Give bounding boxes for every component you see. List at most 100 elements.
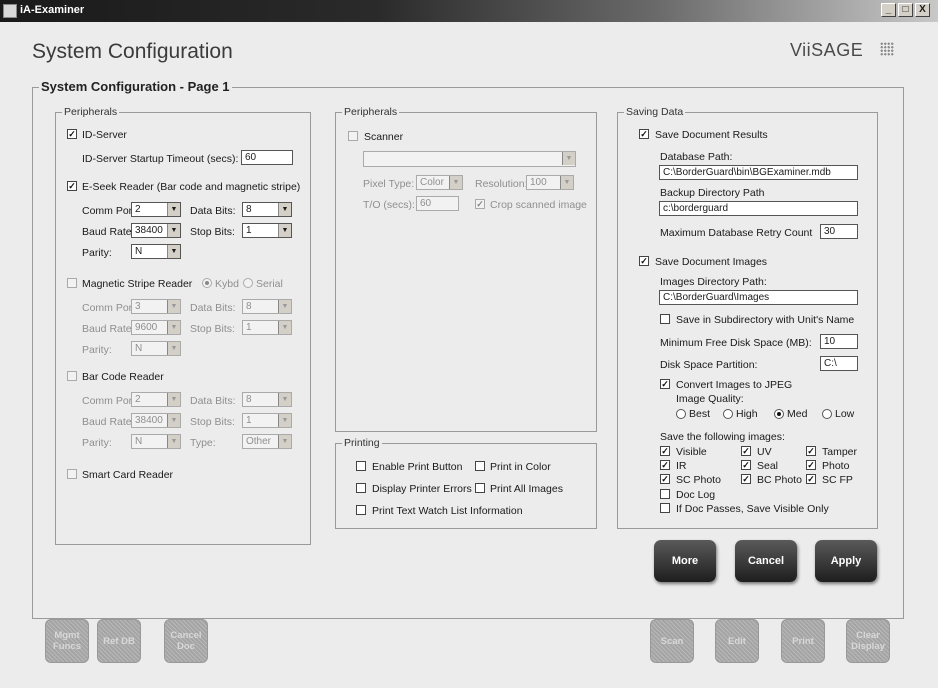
dropdown-arrow-icon: ▼ xyxy=(167,300,180,313)
image-visible-checkbox[interactable]: ✓ xyxy=(660,446,670,456)
scanner-checkbox[interactable] xyxy=(348,131,358,141)
image-photo-checkbox[interactable]: ✓ xyxy=(806,460,816,470)
to-secs-label: T/O (secs): xyxy=(363,199,415,211)
msr-serial-radio[interactable] xyxy=(243,278,253,288)
eseek-label: E-Seek Reader (Bar code and magnetic str… xyxy=(82,181,301,193)
crop-checkbox[interactable]: ✓ xyxy=(475,199,485,209)
eseek-data-bits-select[interactable]: 8 ▼ xyxy=(242,202,292,217)
image-bc-photo-checkbox[interactable]: ✓ xyxy=(741,474,751,484)
id-server-checkbox[interactable]: ✓ xyxy=(67,129,77,139)
db-path-input[interactable]: C:\BorderGuard\bin\BGExaminer.mdb xyxy=(659,165,858,180)
visible-only-checkbox[interactable] xyxy=(660,503,670,513)
quality-low-radio[interactable] xyxy=(822,409,832,419)
save-results-label: Save Document Results xyxy=(655,129,768,141)
more-button[interactable]: More xyxy=(654,540,716,582)
retry-count-input[interactable]: 30 xyxy=(820,224,858,239)
print-all-checkbox[interactable] xyxy=(475,483,485,493)
images-dir-input[interactable]: C:\BorderGuard\Images xyxy=(659,290,858,305)
select-value: 8 xyxy=(246,301,252,312)
select-value: Color xyxy=(420,177,444,188)
enable-print-checkbox[interactable] xyxy=(356,461,366,471)
cancel-doc-button[interactable]: Cancel Doc xyxy=(164,619,208,663)
pixel-type-select[interactable]: Color ▼ xyxy=(416,175,463,190)
msr-stop-bits-select[interactable]: 1 ▼ xyxy=(242,320,292,335)
subdir-label: Save in Subdirectory with Unit's Name xyxy=(676,314,855,326)
close-button[interactable]: X xyxy=(915,3,930,17)
image-doc-log-checkbox[interactable] xyxy=(660,489,670,499)
subdir-checkbox[interactable] xyxy=(660,314,670,324)
to-secs-input[interactable]: 60 xyxy=(416,196,459,211)
ref-db-button[interactable]: Ref DB xyxy=(97,619,141,663)
resolution-label: Resolution: xyxy=(475,178,528,190)
barcode-comm-port-label: Comm Port: xyxy=(82,395,139,407)
barcode-stop-bits-select[interactable]: 1 ▼ xyxy=(242,413,292,428)
barcode-parity-select[interactable]: N ▼ xyxy=(131,434,181,449)
eseek-baud-rate-select[interactable]: 38400 ▼ xyxy=(131,223,181,238)
eseek-parity-select[interactable]: N ▼ xyxy=(131,244,181,259)
quality-best-radio[interactable] xyxy=(676,409,686,419)
smartcard-checkbox[interactable] xyxy=(67,469,77,479)
save-results-checkbox[interactable]: ✓ xyxy=(639,129,649,139)
cancel-button[interactable]: Cancel xyxy=(735,540,797,582)
resolution-select[interactable]: 100 ▼ xyxy=(526,175,574,190)
dropdown-arrow-icon: ▼ xyxy=(167,203,180,216)
brand-logo: ViiSAGE xyxy=(790,40,864,60)
eseek-checkbox[interactable]: ✓ xyxy=(67,181,77,191)
title-bar: iA-Examiner _ □ X xyxy=(0,0,938,22)
apply-button[interactable]: Apply xyxy=(815,540,877,582)
group-title: Peripherals xyxy=(62,106,120,118)
id-server-timeout-label: ID-Server Startup Timeout (secs): xyxy=(82,153,239,165)
quality-med-radio[interactable] xyxy=(774,409,784,419)
barcode-comm-port-select[interactable]: 2 ▼ xyxy=(131,392,181,407)
min-space-input[interactable]: 10 xyxy=(820,334,858,349)
image-seal-checkbox[interactable]: ✓ xyxy=(741,460,751,470)
barcode-baud-rate-select[interactable]: 38400 ▼ xyxy=(131,413,181,428)
dropdown-arrow-icon: ▼ xyxy=(278,414,291,427)
mgmt-funcs-button[interactable]: Mgmt Funcs xyxy=(45,619,89,663)
image-sc-fp-checkbox[interactable]: ✓ xyxy=(806,474,816,484)
edit-button[interactable]: Edit xyxy=(715,619,759,663)
maximize-button[interactable]: □ xyxy=(898,3,913,17)
backup-path-input[interactable]: c:\borderguard xyxy=(659,201,858,216)
clear-display-button[interactable]: Clear Display xyxy=(846,619,890,663)
msr-comm-port-select[interactable]: 3 ▼ xyxy=(131,299,181,314)
partition-input[interactable]: C:\ xyxy=(820,356,858,371)
image-tamper-checkbox[interactable]: ✓ xyxy=(806,446,816,456)
barcode-data-bits-select[interactable]: 8 ▼ xyxy=(242,392,292,407)
jpeg-checkbox[interactable]: ✓ xyxy=(660,379,670,389)
msr-parity-select[interactable]: N ▼ xyxy=(131,341,181,356)
save-images-checkbox[interactable]: ✓ xyxy=(639,256,649,266)
scanner-device-select[interactable]: ▼ xyxy=(363,151,576,167)
app-icon xyxy=(3,4,17,18)
image-sc-photo-checkbox[interactable]: ✓ xyxy=(660,474,670,484)
eseek-comm-port-select[interactable]: 2 ▼ xyxy=(131,202,181,217)
image-sc-fp-label: SC FP xyxy=(822,474,853,486)
scan-button[interactable]: Scan xyxy=(650,619,694,663)
barcode-type-select[interactable]: Other ▼ xyxy=(242,434,292,449)
print-button[interactable]: Print xyxy=(781,619,825,663)
display-errors-label: Display Printer Errors xyxy=(372,483,472,495)
select-value: 1 xyxy=(246,415,252,426)
dropdown-arrow-icon: ▼ xyxy=(278,203,291,216)
image-ir-checkbox[interactable]: ✓ xyxy=(660,460,670,470)
display-errors-checkbox[interactable] xyxy=(356,483,366,493)
msr-data-bits-select[interactable]: 8 ▼ xyxy=(242,299,292,314)
quality-high-radio[interactable] xyxy=(723,409,733,419)
minimize-button[interactable]: _ xyxy=(881,3,896,17)
image-doc-log-label: Doc Log xyxy=(676,489,716,501)
barcode-baud-rate-label: Baud Rate: xyxy=(82,416,135,428)
page-title: System Configuration xyxy=(32,40,233,63)
eseek-data-bits-label: Data Bits: xyxy=(190,205,236,217)
msr-kybd-radio[interactable] xyxy=(202,278,212,288)
barcode-checkbox[interactable] xyxy=(67,371,77,381)
print-color-checkbox[interactable] xyxy=(475,461,485,471)
msr-baud-rate-select[interactable]: 9600 ▼ xyxy=(131,320,181,335)
msr-data-bits-label: Data Bits: xyxy=(190,302,236,314)
id-server-timeout-input[interactable]: 60 xyxy=(241,150,293,165)
select-value: 8 xyxy=(246,394,252,405)
msr-comm-port-label: Comm Port: xyxy=(82,302,139,314)
print-watch-checkbox[interactable] xyxy=(356,505,366,515)
eseek-stop-bits-select[interactable]: 1 ▼ xyxy=(242,223,292,238)
image-uv-checkbox[interactable]: ✓ xyxy=(741,446,751,456)
msr-checkbox[interactable] xyxy=(67,278,77,288)
